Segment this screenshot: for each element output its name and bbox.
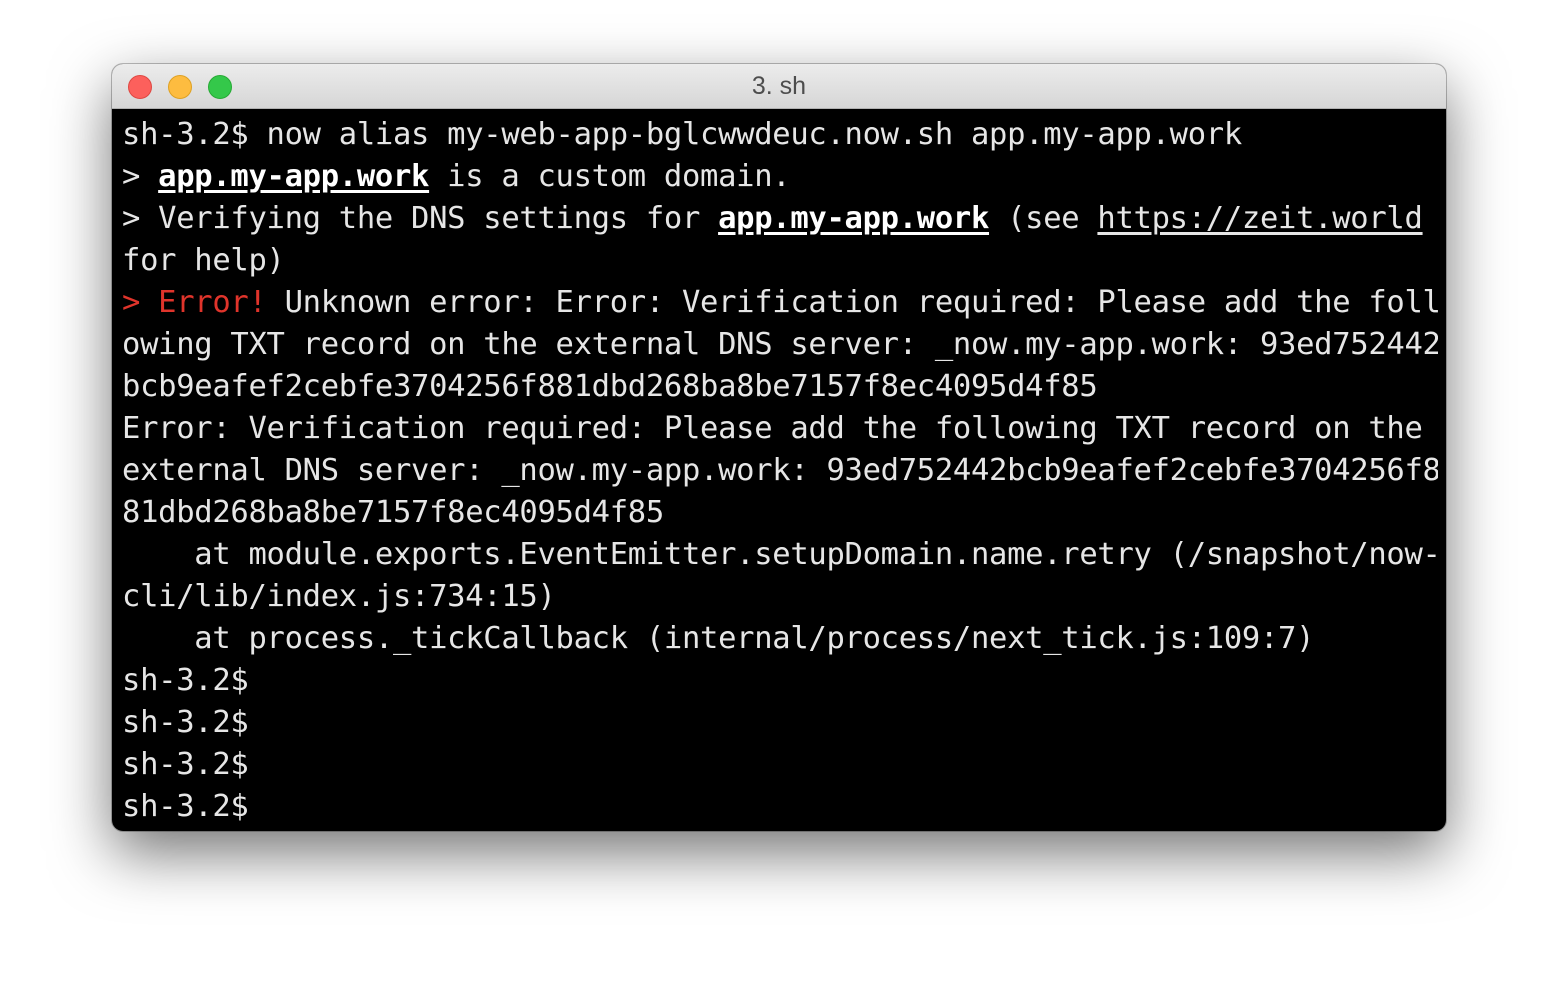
terminal-line: owing TXT record on the external DNS ser… <box>122 327 1438 362</box>
terminal-line: Error: Verification required: Please add… <box>122 411 1423 446</box>
shell-prompt-line: sh-3.2$ <box>122 747 249 782</box>
shell-prompt-line: sh-3.2$ <box>122 705 249 740</box>
error-prefix: > <box>122 285 159 320</box>
output-prefix: > <box>122 159 159 194</box>
terminal-line: for help) <box>122 243 285 278</box>
terminal-line: external DNS server: _now.my-app.work: 9… <box>122 453 1438 488</box>
terminal-line: > Verifying the DNS settings for app.my-… <box>122 198 1438 240</box>
error-label: Error! <box>158 285 267 320</box>
terminal-line: 81dbd268ba8be7157f8ec4095d4f85 <box>122 495 664 530</box>
terminal-line: > app.my-app.work is a custom domain. <box>122 156 1438 198</box>
terminal-line: bcb9eafef2cebfe3704256f881dbd268ba8be715… <box>122 369 1098 404</box>
command-text: now alias my-web-app-bglcwwdeuc.now.sh a… <box>248 117 1243 152</box>
error-text: Unknown error: Error: Verification requi… <box>266 285 1438 320</box>
terminal-line: sh-3.2$ now alias my-web-app-bglcwwdeuc.… <box>122 114 1438 156</box>
window-title: 3. sh <box>751 72 807 100</box>
output-text: > Verifying the DNS settings for <box>122 201 719 236</box>
stack-trace-line: at process._tickCallback (internal/proce… <box>122 621 1315 656</box>
stack-trace-line: cli/lib/index.js:734:15) <box>122 579 556 614</box>
shell-prompt-line: sh-3.2$ <box>122 789 249 824</box>
output-text: is a custom domain. <box>429 159 791 194</box>
shell-prompt-line: sh-3.2$ <box>122 663 249 698</box>
shell-prompt: sh-3.2$ <box>122 117 249 152</box>
terminal-line: > Error! Unknown error: Error: Verificat… <box>122 282 1438 324</box>
terminal-window: 3. sh sh-3.2$ now alias my-web-app-bglcw… <box>112 64 1446 831</box>
stack-trace-line: at module.exports.EventEmitter.setupDoma… <box>122 537 1438 572</box>
terminal-output[interactable]: sh-3.2$ now alias my-web-app-bglcwwdeuc.… <box>122 114 1438 826</box>
domain-highlight: app.my-app.work <box>718 201 990 236</box>
domain-highlight: app.my-app.work <box>158 159 430 194</box>
title-bar[interactable]: 3. sh <box>112 64 1446 109</box>
output-text: (see <box>989 201 1098 236</box>
help-link[interactable]: https://zeit.world <box>1097 201 1422 236</box>
